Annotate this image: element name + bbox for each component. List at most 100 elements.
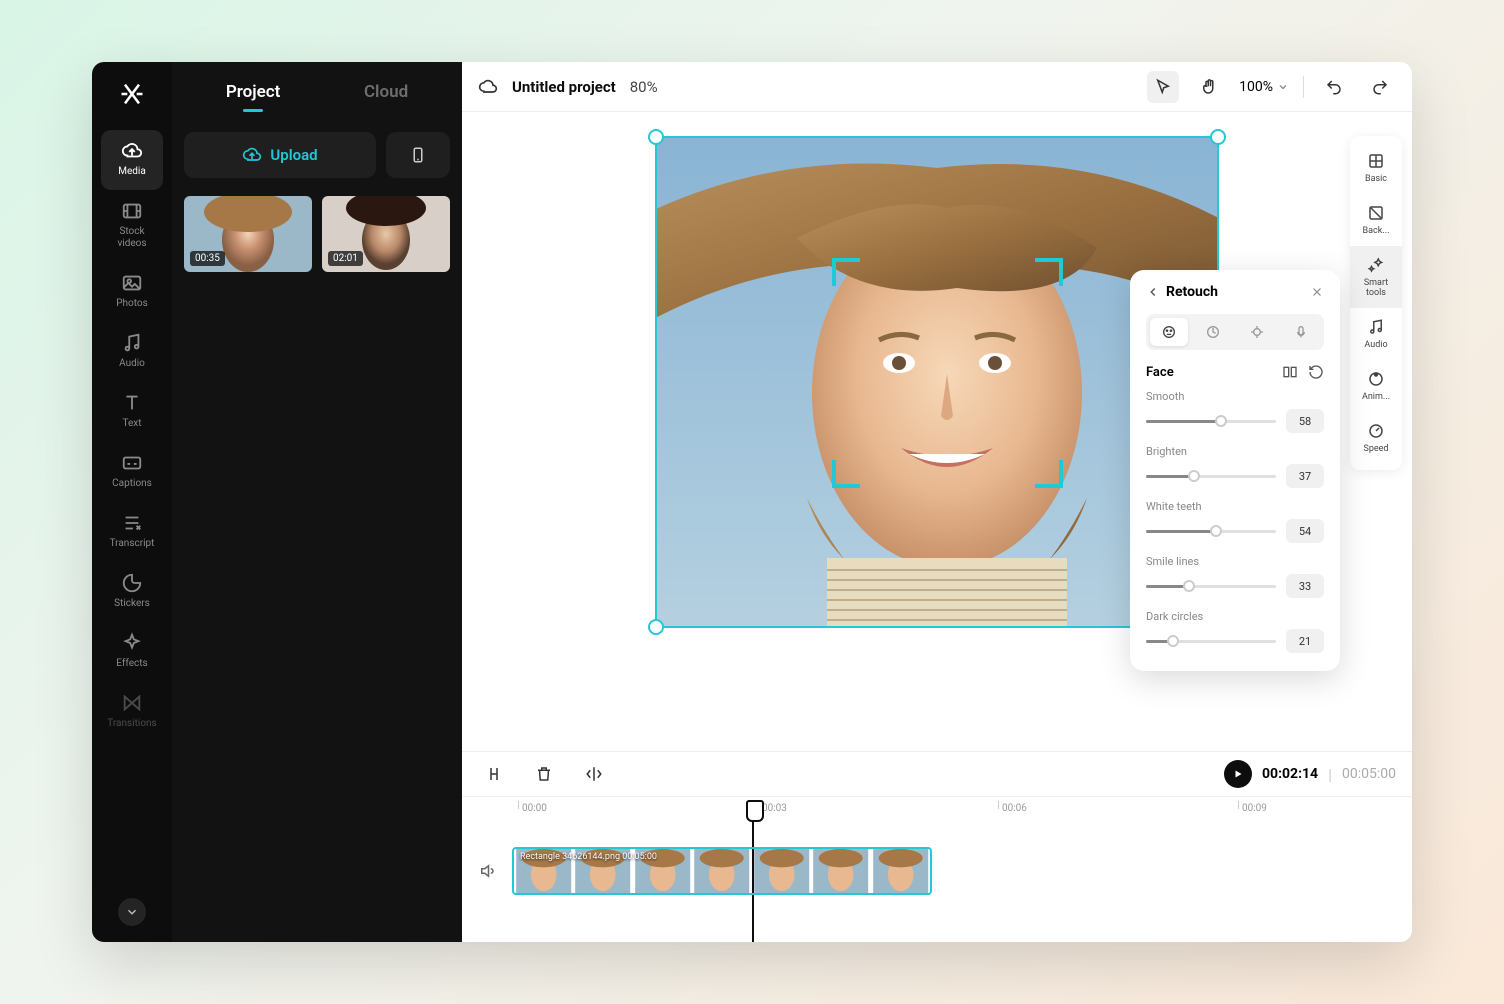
- zoom-control[interactable]: 100%: [1239, 79, 1289, 95]
- undo-button[interactable]: [1318, 71, 1350, 103]
- chevron-down-icon: [1277, 81, 1289, 93]
- total-duration: 00:05:00: [1342, 766, 1396, 782]
- nav-captions[interactable]: Captions: [101, 442, 163, 502]
- project-percent: 80%: [630, 78, 658, 96]
- project-title[interactable]: Untitled project: [512, 78, 616, 96]
- compare-icon[interactable]: [1282, 364, 1298, 380]
- hand-tool[interactable]: [1193, 71, 1225, 103]
- spinner-icon: [1367, 370, 1385, 388]
- cursor-tool[interactable]: [1147, 71, 1179, 103]
- delete-button[interactable]: [528, 758, 560, 790]
- preview-zone: Basic Back... Smart tools Audio Anim...: [462, 112, 1412, 751]
- nav-photos[interactable]: Photos: [101, 262, 163, 322]
- retouch-tab-4[interactable]: [1282, 318, 1320, 346]
- face-bracket-icon: [1035, 460, 1063, 488]
- slider-track[interactable]: [1146, 585, 1276, 588]
- rail-basic[interactable]: Basic: [1350, 142, 1402, 194]
- mobile-upload-button[interactable]: [386, 132, 450, 178]
- app-window: Media Stock videos Photos Audio Text Cap…: [92, 62, 1412, 942]
- slider-white-teeth: White teeth 54: [1146, 500, 1324, 543]
- rail-speed[interactable]: Speed: [1350, 412, 1402, 464]
- slider-value[interactable]: 54: [1286, 519, 1324, 543]
- phone-icon: [409, 146, 427, 164]
- nav-sidebar: Media Stock videos Photos Audio Text Cap…: [92, 62, 172, 942]
- close-button[interactable]: [1310, 285, 1324, 299]
- nav-media[interactable]: Media: [101, 130, 163, 190]
- retouch-title: Retouch: [1166, 284, 1304, 300]
- retouch-tab-2[interactable]: [1194, 318, 1232, 346]
- right-rail: Basic Back... Smart tools Audio Anim...: [1350, 136, 1402, 470]
- gauge-icon: [1367, 422, 1385, 440]
- mute-track-button[interactable]: [462, 862, 512, 880]
- slider-value[interactable]: 37: [1286, 464, 1324, 488]
- media-thumb-1[interactable]: 00:35: [184, 196, 312, 272]
- tab-project[interactable]: Project: [216, 76, 290, 114]
- slider-smile-lines: Smile lines 33: [1146, 555, 1324, 598]
- sparkle-icon: [121, 632, 143, 654]
- media-thumb-2[interactable]: 02:01: [322, 196, 450, 272]
- nav-effects[interactable]: Effects: [101, 622, 163, 682]
- slider-value[interactable]: 21: [1286, 629, 1324, 653]
- split-button[interactable]: [478, 758, 510, 790]
- image-icon: [121, 272, 143, 294]
- slider-brighten: Brighten 37: [1146, 445, 1324, 488]
- ruler[interactable]: 00:00 00:03 00:06 00:09: [462, 796, 1412, 822]
- app-logo-icon: [118, 80, 146, 108]
- redo-button[interactable]: [1364, 71, 1396, 103]
- canvas-area: Untitled project 80% 100%: [462, 62, 1412, 942]
- rail-background[interactable]: Back...: [1350, 194, 1402, 246]
- sidebar-scroll-down[interactable]: [118, 898, 146, 926]
- slider-track[interactable]: [1146, 420, 1276, 423]
- nav-stock-videos[interactable]: Stock videos: [101, 190, 163, 262]
- timeline: 00:02:14 | 00:05:00 00:00 00:03 00:06 00…: [462, 751, 1412, 942]
- topbar: Untitled project 80% 100%: [462, 62, 1412, 112]
- slider-smooth: Smooth 58: [1146, 390, 1324, 433]
- resize-handle-tr[interactable]: [1210, 129, 1226, 145]
- upload-button[interactable]: Upload: [184, 132, 376, 178]
- media-panel: Project Cloud Upload 00:35 02:01: [172, 62, 462, 942]
- resize-handle-bl[interactable]: [648, 619, 664, 635]
- slider-value[interactable]: 33: [1286, 574, 1324, 598]
- cloud-icon: [478, 77, 498, 97]
- panel-tabs: Project Cloud: [184, 76, 450, 114]
- tab-cloud[interactable]: Cloud: [354, 76, 418, 114]
- retouch-tab-3[interactable]: [1238, 318, 1276, 346]
- rail-smart-tools[interactable]: Smart tools: [1350, 246, 1402, 308]
- grid-icon: [1367, 152, 1385, 170]
- section-face: Face: [1146, 365, 1282, 380]
- captions-icon: [121, 452, 143, 474]
- slider-value[interactable]: 58: [1286, 409, 1324, 433]
- duration-badge: 00:35: [190, 251, 225, 266]
- transcript-icon: [121, 512, 143, 534]
- cloud-upload-icon: [242, 145, 262, 165]
- face-bracket-icon: [832, 258, 860, 286]
- duration-badge: 02:01: [328, 251, 363, 266]
- retouch-tab-face[interactable]: [1150, 318, 1188, 346]
- nav-transitions[interactable]: Transitions: [101, 682, 163, 742]
- reset-icon[interactable]: [1308, 364, 1324, 380]
- face-bracket-icon: [832, 460, 860, 488]
- timeline-clip[interactable]: Rectangle 34626144.png 00:05:00: [512, 847, 932, 895]
- nav-stickers[interactable]: Stickers: [101, 562, 163, 622]
- mirror-button[interactable]: [578, 758, 610, 790]
- slider-track[interactable]: [1146, 530, 1276, 533]
- resize-handle-tl[interactable]: [648, 129, 664, 145]
- track-area: Rectangle 34626144.png 00:05:00: [462, 822, 1412, 942]
- slider-track[interactable]: [1146, 475, 1276, 478]
- nav-transcript[interactable]: Transcript: [101, 502, 163, 562]
- nav-text[interactable]: Text: [101, 382, 163, 442]
- retouch-tabs: [1146, 314, 1324, 350]
- retouch-panel: Retouch Face Smooth: [1130, 270, 1340, 671]
- back-button[interactable]: [1146, 285, 1160, 299]
- play-button[interactable]: [1224, 760, 1252, 788]
- cloud-upload-icon: [121, 140, 143, 162]
- rail-animation[interactable]: Anim...: [1350, 360, 1402, 412]
- sticker-icon: [121, 572, 143, 594]
- wand-icon: [1367, 256, 1385, 274]
- slider-track[interactable]: [1146, 640, 1276, 643]
- rail-audio[interactable]: Audio: [1350, 308, 1402, 360]
- slider-dark-circles: Dark circles 21: [1146, 610, 1324, 653]
- current-time: 00:02:14: [1262, 766, 1318, 782]
- text-icon: [121, 392, 143, 414]
- nav-audio[interactable]: Audio: [101, 322, 163, 382]
